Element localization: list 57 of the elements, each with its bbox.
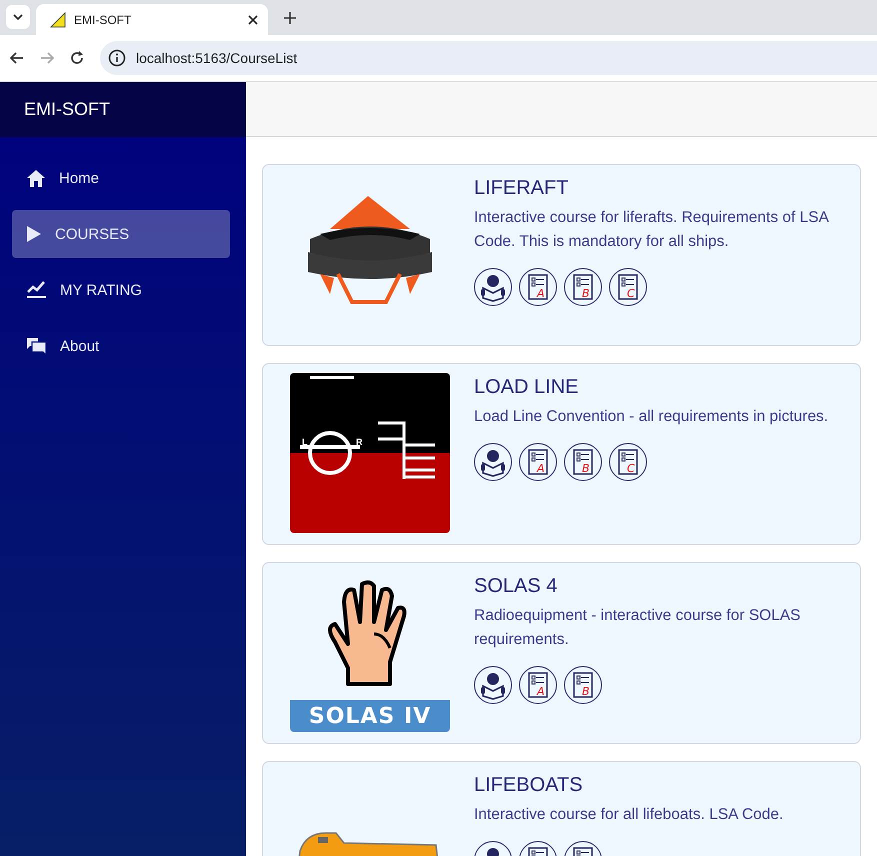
test-sheet-button[interactable]: B	[564, 268, 602, 306]
reader-icon	[478, 670, 508, 700]
course-title: LIFERAFT	[474, 177, 570, 200]
nav-item[interactable]: COURSES	[12, 210, 230, 258]
test-sheet-button[interactable]: A	[519, 443, 557, 481]
tab-title: EMI-SOFT	[74, 12, 132, 26]
nav-item[interactable]: About	[12, 322, 230, 370]
tab-list-button[interactable]	[6, 5, 30, 29]
brand-title: EMI-SOFT	[0, 82, 246, 137]
test-sheet-button[interactable]: C	[609, 443, 647, 481]
course-card[interactable]: SOLAS IV SOLAS 4 Radioequipment - interactive course for SOLAS requirements. A B	[262, 562, 861, 744]
course-card[interactable]: LIFEBOATS Interactive course for all lifeboats. LSA Code.	[262, 761, 861, 856]
test-sheet-button[interactable]: A	[519, 666, 557, 704]
reader-icon-button[interactable]	[474, 268, 512, 306]
course-description: Load Line Convention - all requirements in pictures.	[474, 407, 828, 427]
home-icon	[27, 170, 45, 186]
course-title: LIFEBOATS	[474, 774, 584, 797]
reader-icon	[478, 447, 508, 477]
logo-icon	[50, 12, 66, 28]
course-title: LOAD LINE	[474, 376, 580, 399]
test-sheet-icon	[528, 449, 548, 475]
chart-icon	[27, 281, 46, 299]
chat-icon	[27, 338, 46, 354]
test-sheet-icon	[528, 672, 548, 698]
course-description: Interactive course for liferafts. Requirements of LSA Code. This is mandatory for all ships.	[474, 208, 830, 252]
close-icon[interactable]	[248, 14, 258, 24]
test-sheet-button[interactable]: B	[564, 443, 602, 481]
test-sheet-icon	[573, 449, 593, 475]
back-icon[interactable]	[10, 52, 24, 64]
course-card[interactable]: LIFERAFT Interactive course for liferafts. Requirements of LSA Code. This is mandatory for all ships. A B C	[262, 164, 861, 346]
test-sheet-icon	[528, 274, 548, 300]
test-sheet-icon	[573, 672, 593, 698]
caret-icon	[13, 14, 23, 20]
reload-icon[interactable]	[70, 51, 84, 65]
info-icon[interactable]	[108, 49, 126, 67]
picture-caption: SOLAS IV	[290, 700, 450, 732]
course-description: Interactive course for all lifeboats. LSA Code.	[474, 805, 784, 825]
right-mark: R	[356, 437, 362, 447]
nav-item[interactable]: Home	[12, 154, 230, 202]
course-description: Radioequipment - interactive course for SOLAS requirements.	[474, 606, 802, 650]
course-card[interactable]: L R LOAD LINE Load Line Convention - all requirements in pictures. A B C	[262, 363, 861, 545]
course-title: SOLAS 4	[474, 575, 558, 598]
browser-tab[interactable]: EMI-SOFT	[36, 4, 268, 35]
nav-item[interactable]: MY RATING	[12, 266, 230, 314]
test-sheet-icon	[573, 274, 593, 300]
test-sheet-icon	[618, 449, 638, 475]
address-field[interactable]: localhost:5163/CourseList	[100, 41, 877, 75]
reader-icon	[478, 272, 508, 302]
reader-icon-button[interactable]	[474, 666, 512, 704]
test-sheet-icon	[618, 274, 638, 300]
new-tab-icon[interactable]	[284, 12, 296, 24]
test-sheet-button[interactable]: B	[564, 666, 602, 704]
test-sheet-button[interactable]: C	[609, 268, 647, 306]
left-mark: L	[302, 437, 308, 447]
reader-icon-button[interactable]	[474, 443, 512, 481]
play-icon	[27, 226, 41, 242]
test-sheet-button[interactable]: A	[519, 268, 557, 306]
